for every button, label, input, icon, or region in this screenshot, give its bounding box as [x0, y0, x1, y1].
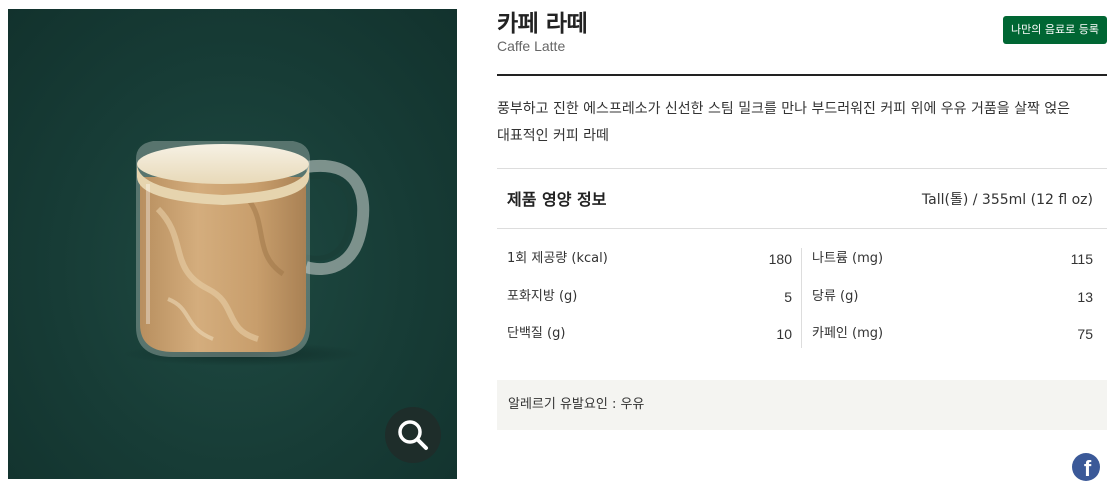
product-description: 풍부하고 진한 에스프레소가 신선한 스팀 밀크를 만나 부드러워진 커피 위에…	[497, 101, 1071, 144]
nutrition-value: 180	[768, 251, 792, 267]
nutrition-row: 단백질 (g) 10	[507, 315, 792, 353]
nutrition-row: 포화지방 (g) 5	[507, 278, 792, 316]
nutrition-row: 1회 제공량 (kcal) 180	[507, 240, 792, 278]
nutrition-divider	[497, 228, 1107, 229]
nutrition-value: 10	[776, 326, 792, 342]
column-separator	[801, 248, 802, 348]
nutrition-column-left: 1회 제공량 (kcal) 180 포화지방 (g) 5 단백질 (g) 10	[507, 240, 792, 353]
serving-size: Tall(톨) / 355ml (12 fl oz)	[921, 192, 1093, 208]
nutrition-value: 5	[784, 288, 792, 305]
facebook-icon: f	[1083, 456, 1092, 481]
register-my-drink-button[interactable]: 나만의 음료로 등록	[1003, 16, 1107, 44]
nutrition-row: 나트륨 (mg) 115	[812, 240, 1093, 278]
nutrition-table: 1회 제공량 (kcal) 180 포화지방 (g) 5 단백질 (g) 10 …	[497, 240, 1107, 358]
nutrition-value: 13	[1077, 288, 1093, 305]
nutrition-label: 당류 (g)	[812, 288, 859, 304]
product-name-english: Caffe Latte	[497, 38, 566, 54]
facebook-share-button[interactable]: f	[1072, 453, 1100, 481]
zoom-button[interactable]	[385, 407, 441, 463]
nutrition-value: 75	[1077, 326, 1093, 342]
nutrition-label: 카페인 (mg)	[812, 326, 884, 341]
nutrition-row: 카페인 (mg) 75	[812, 315, 1093, 353]
product-name: 카페 라떼	[497, 11, 588, 37]
nutrition-row: 당류 (g) 13	[812, 278, 1093, 316]
product-detail-panel: 카페 라떼 Caffe Latte 나만의 음료로 등록 풍부하고 진한 에스프…	[497, 0, 1107, 487]
nutrition-label: 1회 제공량 (kcal)	[507, 251, 608, 266]
allergy-info: 알레르기 유발요인 : 우유	[497, 380, 1107, 430]
product-image	[8, 9, 457, 479]
nutrition-label: 나트륨 (mg)	[812, 251, 884, 266]
search-icon	[398, 420, 428, 450]
description-divider	[497, 168, 1107, 169]
nutrition-column-right: 나트륨 (mg) 115 당류 (g) 13 카페인 (mg) 75	[812, 240, 1093, 353]
latte-mug-illustration	[123, 141, 370, 366]
nutrition-title: 제품 영양 정보	[507, 190, 607, 209]
nutrition-label: 단백질 (g)	[507, 326, 566, 341]
nutrition-value: 115	[1070, 251, 1093, 267]
title-divider	[497, 74, 1107, 76]
nutrition-label: 포화지방 (g)	[507, 288, 578, 304]
